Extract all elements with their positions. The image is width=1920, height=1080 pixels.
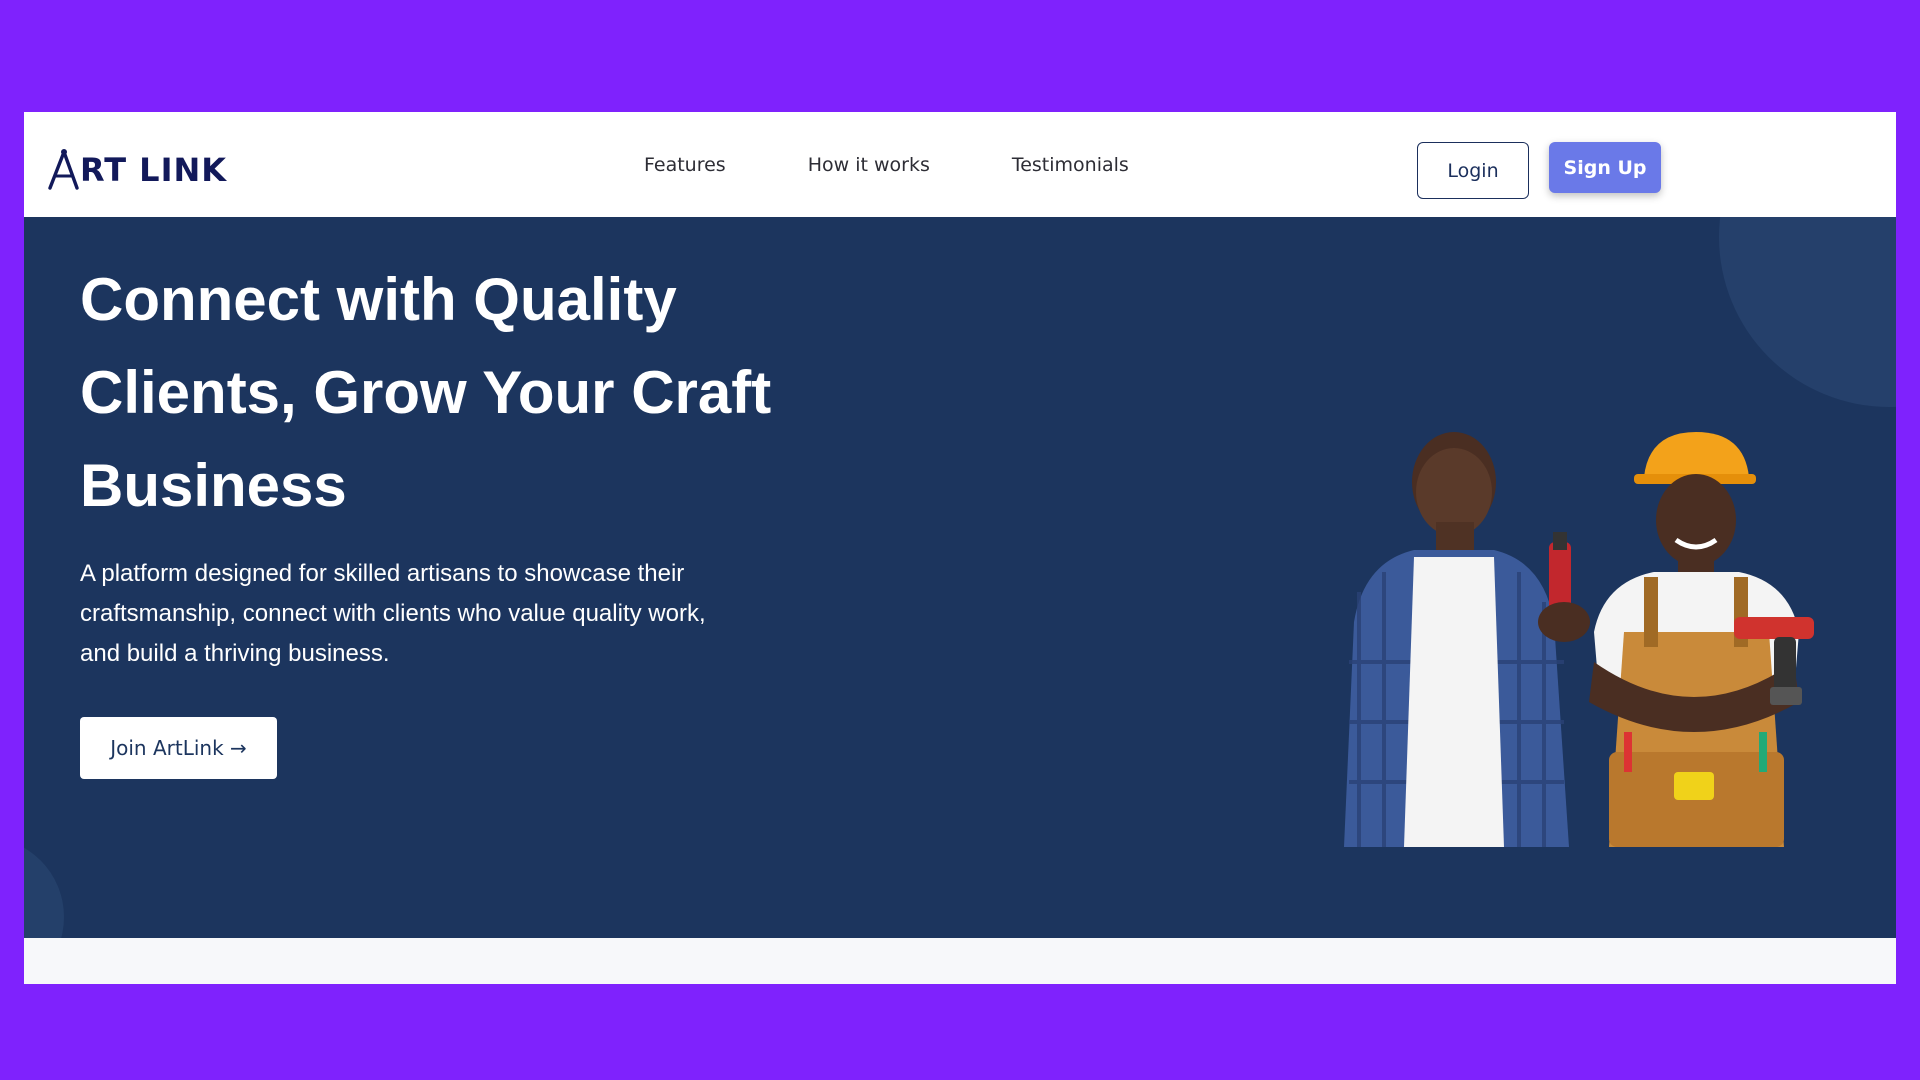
compass-a-logo-icon [48,149,79,190]
brand-name: RT LINK [80,151,228,189]
hero-section: Connect with Quality Clients, Grow Your … [24,217,1896,938]
decorative-circle [1719,217,1896,407]
hero-subtitle: A platform designed for skilled artisans… [80,560,706,667]
next-section-strip [24,938,1896,984]
artisan-left-figure [1344,432,1590,847]
join-artlink-button[interactable]: Join ArtLink → [80,717,277,779]
brand-logo[interactable]: RT LINK [44,148,227,192]
nav-link-how-it-works[interactable]: How it works [808,154,930,176]
artisan-right-figure [1589,432,1814,847]
artisans-illustration [1344,432,1814,847]
navbar: RT LINK Features How it works Testimonia… [24,112,1896,217]
hero-title: Connect with Quality Clients, Grow Your … [80,266,772,519]
nav-link-testimonials[interactable]: Testimonials [1012,154,1129,176]
nav-link-features[interactable]: Features [644,154,726,176]
page-frame: RT LINK Features How it works Testimonia… [24,112,1896,984]
nav-links: Features How it works Testimonials [644,112,1129,217]
login-button[interactable]: Login [1417,142,1529,199]
decorative-circle [24,837,64,938]
signup-button[interactable]: Sign Up [1549,142,1661,193]
